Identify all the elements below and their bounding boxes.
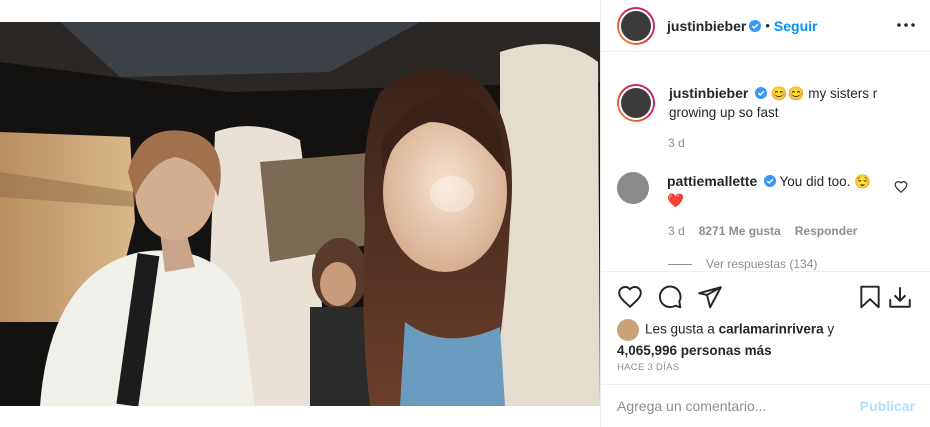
instagram-post-view: justinbieber • Seguir justinbieber 😊😊 my…: [0, 0, 930, 427]
commenter-avatar[interactable]: [617, 172, 649, 204]
caption-username[interactable]: justinbieber: [669, 85, 748, 101]
download-icon[interactable]: [887, 284, 913, 310]
comment-composer: Publicar: [601, 384, 930, 427]
author-username[interactable]: justinbieber: [667, 18, 746, 34]
likes-summary: Les gusta a carlamarinrivera y 4,065,996…: [617, 319, 917, 360]
save-icon[interactable]: [857, 284, 883, 310]
liker-avatar[interactable]: [617, 319, 639, 341]
view-replies-label[interactable]: Ver respuestas (134): [706, 257, 817, 271]
comment-meta: 3 d 8271 Me gusta Responder: [668, 224, 857, 238]
post-sidebar: justinbieber • Seguir justinbieber 😊😊 my…: [600, 0, 930, 427]
share-icon[interactable]: [697, 284, 723, 310]
separator-dot: •: [765, 18, 770, 33]
comment-text: You did too. 😌: [779, 174, 871, 189]
comment-likes[interactable]: 8271 Me gusta: [699, 224, 781, 238]
verified-icon: [755, 87, 768, 99]
replies-line: [668, 263, 692, 265]
liker-username[interactable]: carlamarinrivera: [719, 322, 824, 337]
heart-icon[interactable]: [617, 284, 643, 310]
post-photo[interactable]: [0, 0, 600, 427]
follow-button[interactable]: Seguir: [774, 18, 818, 34]
post-comment-button[interactable]: Publicar: [860, 398, 915, 414]
action-bar: [601, 271, 930, 319]
photo-image: [0, 22, 600, 406]
likes-connector: y: [827, 321, 835, 337]
comment-item: pattiemallette You did too. 😌 ❤️: [617, 172, 915, 210]
comment-heart-emoji: ❤️: [667, 193, 684, 208]
caption-avatar[interactable]: [617, 84, 655, 122]
comment-icon[interactable]: [657, 284, 683, 310]
photo-letterbox-top: [0, 0, 600, 22]
verified-icon: [764, 175, 777, 187]
comment-input[interactable]: [617, 398, 860, 414]
more-options-icon[interactable]: [895, 14, 917, 36]
verified-icon: [749, 19, 762, 32]
commenter-username[interactable]: pattiemallette: [667, 173, 757, 189]
photo-letterbox-bottom: [0, 406, 600, 427]
likes-prefix: Les gusta a: [645, 321, 715, 337]
comment-like-icon[interactable]: [894, 180, 908, 194]
author-avatar[interactable]: [617, 6, 655, 45]
caption-time[interactable]: 3 d: [668, 136, 685, 150]
post-timestamp[interactable]: HACE 3 DÍAS: [617, 362, 679, 373]
comment-time[interactable]: 3 d: [668, 224, 685, 238]
caption: justinbieber 😊😊 my sisters r growing up …: [617, 84, 915, 122]
view-replies[interactable]: Ver respuestas (134): [668, 257, 817, 271]
likes-count[interactable]: 4,065,996 personas más: [617, 343, 772, 358]
reply-button[interactable]: Responder: [795, 224, 858, 238]
post-header: justinbieber • Seguir: [601, 0, 930, 52]
